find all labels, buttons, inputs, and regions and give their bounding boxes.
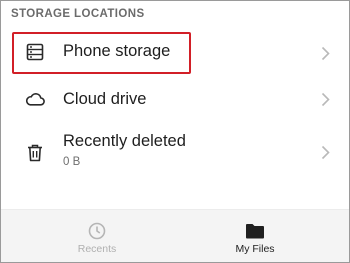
nav-my-files-label: My Files — [235, 243, 275, 255]
chevron-right-icon — [319, 143, 331, 161]
chevron-right-icon — [319, 90, 331, 108]
nav-recents-label: Recents — [77, 243, 117, 255]
recently-deleted-label: Recently deleted — [63, 132, 186, 150]
cloud-drive-item[interactable]: Cloud drive — [1, 78, 349, 120]
cloud-drive-label: Cloud drive — [63, 90, 147, 108]
phone-storage-item[interactable]: Phone storage — [1, 31, 349, 75]
screen: STORAGE LOCATIONS Phone storage Cloud dr… — [0, 0, 350, 263]
section-title: STORAGE LOCATIONS — [11, 8, 145, 20]
chevron-right-icon — [319, 44, 331, 62]
nav-my-files[interactable]: My Files — [168, 210, 342, 262]
recently-deleted-item[interactable]: Recently deleted 0 B — [1, 123, 349, 181]
nav-recents[interactable]: Recents — [10, 210, 184, 262]
phone-storage-label: Phone storage — [63, 42, 171, 60]
phone-storage-icon — [25, 42, 45, 62]
folder-icon — [244, 221, 266, 241]
bottom-navigation: Recents My Files — [1, 209, 349, 262]
recently-deleted-size: 0 B — [63, 156, 81, 168]
cloud-icon — [25, 89, 45, 109]
trash-icon — [25, 143, 45, 163]
clock-icon — [86, 221, 108, 241]
